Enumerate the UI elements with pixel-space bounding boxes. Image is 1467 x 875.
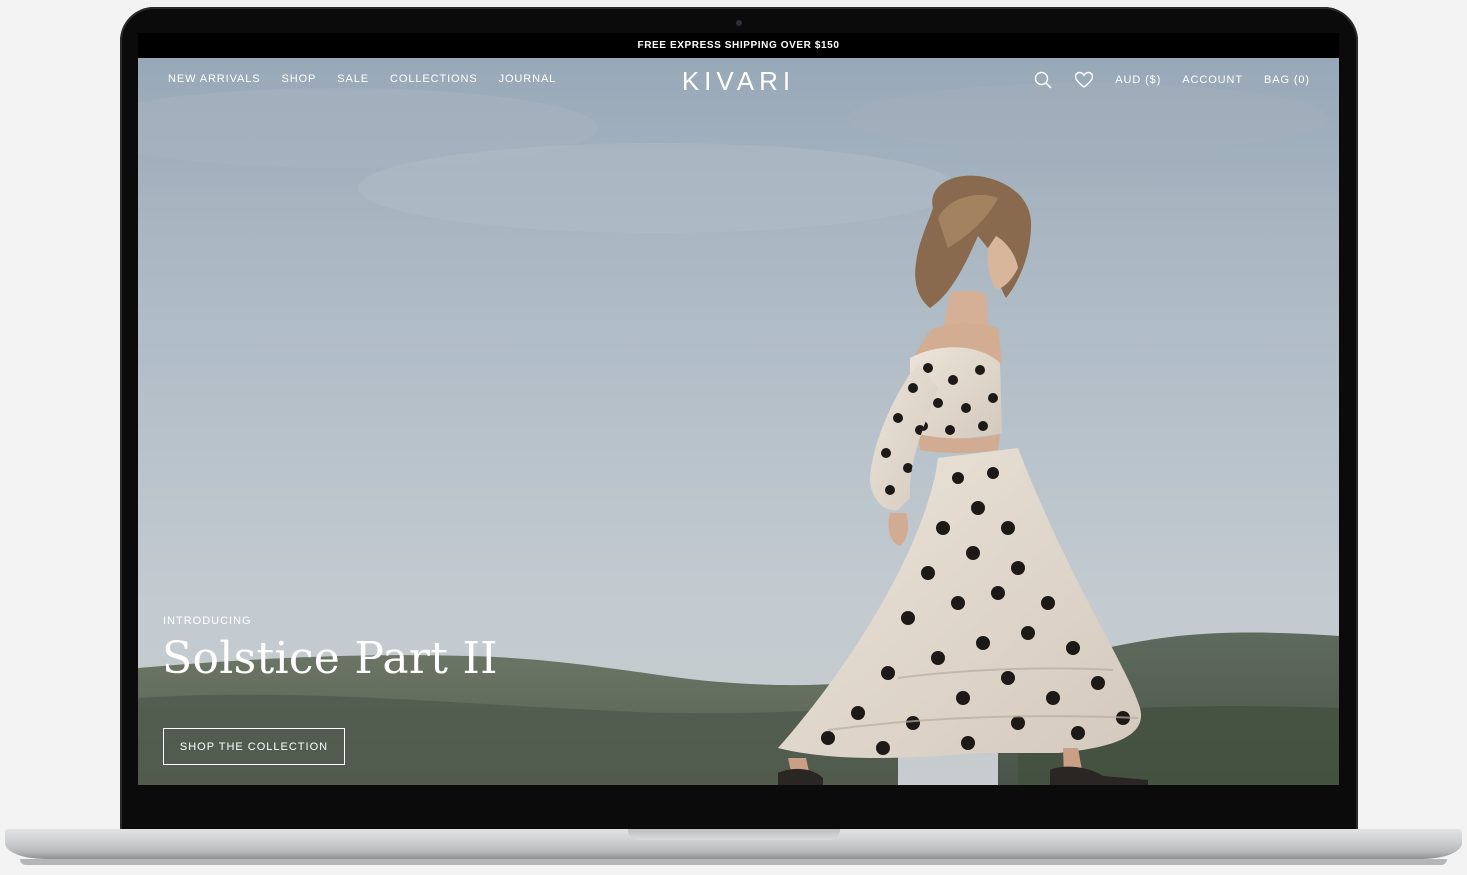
shop-collection-label: SHOP THE COLLECTION — [179, 740, 329, 753]
laptop-mockup: FREE EXPRESS SHIPPING OVER $150 NEW ARRI… — [0, 0, 1467, 875]
main-navigation: NEW ARRIVALS SHOP SALE COLLECTIONS JOURN… — [138, 58, 1339, 104]
account-link[interactable]: ACCOUNT — [1182, 74, 1243, 86]
currency-selector[interactable]: AUD ($) — [1115, 74, 1161, 86]
shop-collection-button[interactable]: SHOP THE COLLECTION — [163, 728, 345, 765]
announcement-text: FREE EXPRESS SHIPPING OVER $150 — [637, 40, 840, 51]
bag-link[interactable]: BAG (0) — [1264, 74, 1310, 86]
nav-utilities: AUD ($) ACCOUNT BAG (0) — [1033, 70, 1310, 90]
laptop-base-shadow — [20, 859, 1447, 865]
nav-shop[interactable]: SHOP — [282, 73, 317, 85]
nav-collections[interactable]: COLLECTIONS — [390, 73, 478, 85]
hero-title: Solstice Part II — [162, 633, 498, 684]
nav-new-arrivals[interactable]: NEW ARRIVALS — [168, 73, 261, 85]
nav-journal[interactable]: JOURNAL — [499, 73, 557, 85]
website-screen: FREE EXPRESS SHIPPING OVER $150 NEW ARRI… — [138, 33, 1339, 785]
heart-icon[interactable] — [1074, 70, 1094, 90]
hero-eyebrow: INTRODUCING — [163, 615, 252, 627]
hero-section: NEW ARRIVALS SHOP SALE COLLECTIONS JOURN… — [138, 58, 1339, 785]
camera — [736, 20, 742, 26]
laptop-notch — [628, 829, 840, 840]
search-icon[interactable] — [1033, 70, 1053, 90]
brand-logo[interactable]: KIVARI — [682, 66, 795, 96]
nav-links: NEW ARRIVALS SHOP SALE COLLECTIONS JOURN… — [168, 73, 556, 85]
announcement-bar: FREE EXPRESS SHIPPING OVER $150 — [138, 33, 1339, 58]
nav-sale[interactable]: SALE — [337, 73, 369, 85]
